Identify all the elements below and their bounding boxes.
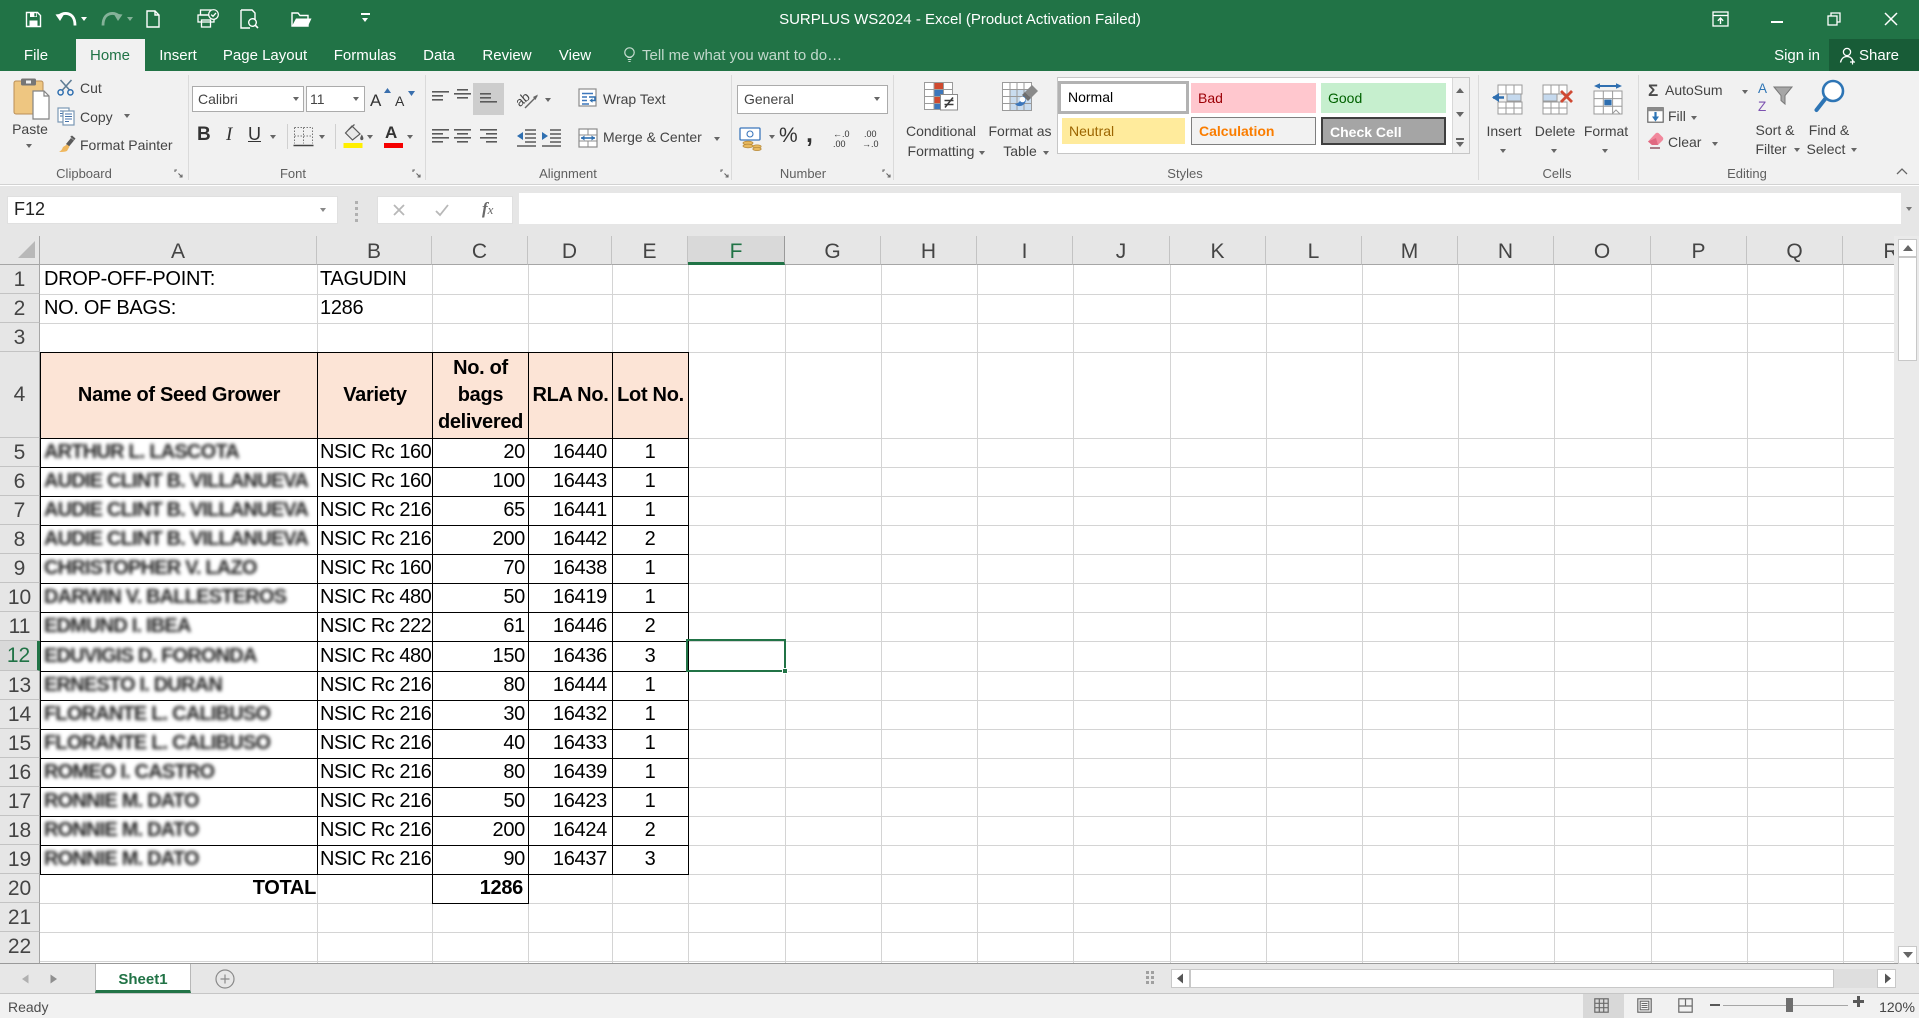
- svg-text:ab: ab: [517, 89, 533, 110]
- svg-text:.00: .00: [833, 139, 846, 148]
- svg-text:→.0: →.0: [862, 139, 879, 148]
- svg-text:.00: .00: [864, 129, 877, 139]
- svg-text:←.0: ←.0: [833, 129, 850, 139]
- svg-text:A: A: [1758, 81, 1767, 96]
- svg-text:A: A: [370, 91, 382, 109]
- svg-text:A: A: [395, 93, 405, 109]
- svg-text:Z: Z: [1758, 99, 1766, 114]
